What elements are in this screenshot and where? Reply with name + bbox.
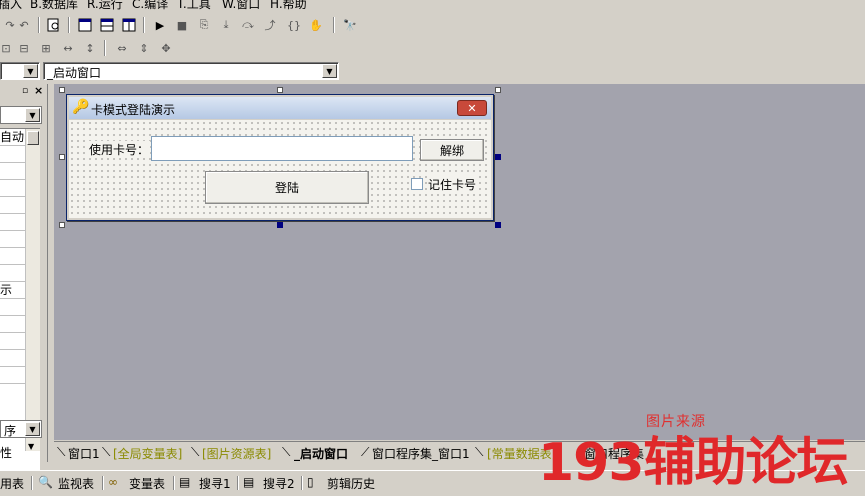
card-number-input[interactable] [151,136,413,161]
menu-database[interactable]: B.数据库 [30,0,78,12]
tab-window-assembly[interactable]: 窗口程序集_窗口1 [372,445,470,462]
menu-tools[interactable]: T.工具 [177,0,211,12]
debug-binoculars-icon[interactable]: 🔭 [340,16,360,34]
variable-icon: ∞ [108,475,118,489]
step-icon[interactable]: ⎘ [194,16,214,34]
tab-startup-window[interactable]: _启动窗口 [294,445,348,462]
form-client-area: 使用卡号： 解绑 登陆 记住卡号 [69,120,491,218]
property-category-combo[interactable]: 序 ▼ [0,420,42,438]
tab-window1[interactable]: 窗口1 [68,445,100,462]
object-combo[interactable]: ▼ [0,62,40,80]
menu-insert[interactable]: 插入 [0,0,22,12]
remember-card-label: 记住卡号 [427,176,478,193]
bottom-tab-table[interactable]: 用表 [0,475,24,492]
step-out-icon[interactable]: ⤴ [260,16,280,34]
bottom-tab-search1[interactable]: 搜寻1 [199,475,231,492]
scroll-down-icon[interactable]: ▼ [28,442,34,451]
window-combo[interactable]: _启动窗口 ▼ [43,62,339,80]
layout-split-icon[interactable] [97,16,117,34]
login-button[interactable]: 登陆 [205,171,369,204]
braces-icon[interactable]: {} [284,16,304,34]
step-over-icon[interactable]: ⤼ [238,16,258,34]
find-icon[interactable] [44,16,64,34]
bottom-tab-variables[interactable]: 变量表 [129,475,165,492]
window-combo-value: _启动窗口 [47,66,102,80]
resize-handle[interactable] [277,222,283,228]
form-title-bar[interactable]: 🔑 卡模式登陆演示 ✕ [69,97,491,119]
key-icon: 🔑 [72,99,90,115]
menu-bar: 插入 B.数据库 R.运行 C.编译 T.工具 W.窗口 H.帮助 [0,0,865,12]
hand-icon[interactable]: ✋ [306,16,326,34]
close-icon[interactable]: ✕ [457,100,487,116]
resize-handle[interactable] [495,154,501,160]
layout-grid-icon[interactable] [119,16,139,34]
unbind-button[interactable]: 解绑 [420,139,484,161]
property-panel: ▫ × ▼ ··· 自动示 ▼ 序 ▼ 性 [0,84,48,496]
same-width-icon[interactable]: ↔ [58,39,78,57]
restore-icon[interactable]: ▫ [22,86,28,96]
stop-icon[interactable]: ■ [172,16,192,34]
property-object-combo[interactable]: ▼ [0,106,42,124]
close-icon[interactable]: × [34,84,43,97]
menu-window[interactable]: W.窗口 [222,0,260,12]
main-toolbar: ↷ ↶ ▶ ■ ⎘ ⤓ ⤼ ⤴ {} ✋ 🔭 [0,14,865,36]
clipboard-icon: ▯ [307,475,314,489]
search-doc-icon: ▤ [179,475,191,489]
resize-handle[interactable] [495,222,501,228]
form-title: 卡模式登陆演示 [91,103,176,117]
chevron-down-icon[interactable]: ▼ [23,64,38,78]
tab-image-resources[interactable]: [图片资源表] [202,445,271,462]
resize-handle[interactable] [495,87,501,93]
menu-help[interactable]: H.帮助 [270,0,307,12]
align-center-icon[interactable]: ⊟ [14,39,34,57]
chevron-down-icon[interactable]: ▼ [25,108,40,122]
panel-title-bar: ▫ × [0,84,47,100]
bottom-tab-clip-history[interactable]: 剪辑历史 [327,475,375,492]
chevron-down-icon[interactable]: ▼ [322,64,337,78]
run-icon[interactable]: ▶ [150,16,170,34]
design-form-window[interactable]: 🔑 卡模式登陆演示 ✕ 使用卡号： 解绑 登陆 记住卡号 [66,94,494,221]
property-scrollbar[interactable]: ▼ [25,129,40,451]
undo-icon[interactable]: ↶ [14,16,34,34]
resize-handle[interactable] [59,87,65,93]
same-height-icon[interactable]: ↕ [80,39,100,57]
resize-handle[interactable] [59,154,65,160]
bottom-tab-watch[interactable]: 监视表 [58,475,94,492]
layout-icon[interactable] [75,16,95,34]
resize-handle[interactable] [277,87,283,93]
menu-run[interactable]: R.运行 [87,0,123,12]
resize-handle[interactable] [59,222,65,228]
chevron-down-icon[interactable]: ▼ [25,422,40,436]
bottom-tab-search2[interactable]: 搜寻2 [263,475,295,492]
center-form-icon[interactable]: ✥ [156,39,176,57]
align-toolbar: ⊡ ⊟ ⊞ ↔ ↕ ⇔ ⇕ ✥ [0,37,865,59]
space-horizontal-icon[interactable]: ⇔ [112,39,132,57]
remember-card-checkbox[interactable] [411,178,423,190]
menu-compile[interactable]: C.编译 [132,0,168,12]
step-into-icon[interactable]: ⤓ [216,16,236,34]
align-right-icon[interactable]: ⊞ [36,39,56,57]
search-doc-icon: ▤ [243,475,255,489]
space-vertical-icon[interactable]: ⇕ [134,39,154,57]
watermark-logo: 193辅助论坛 [538,433,849,493]
search-icon: 🔍 [38,475,53,489]
property-tab-label[interactable]: 性 [0,444,12,461]
card-number-label: 使用卡号： [88,141,151,158]
tab-global-variables[interactable]: [全局变量表] [113,445,182,462]
